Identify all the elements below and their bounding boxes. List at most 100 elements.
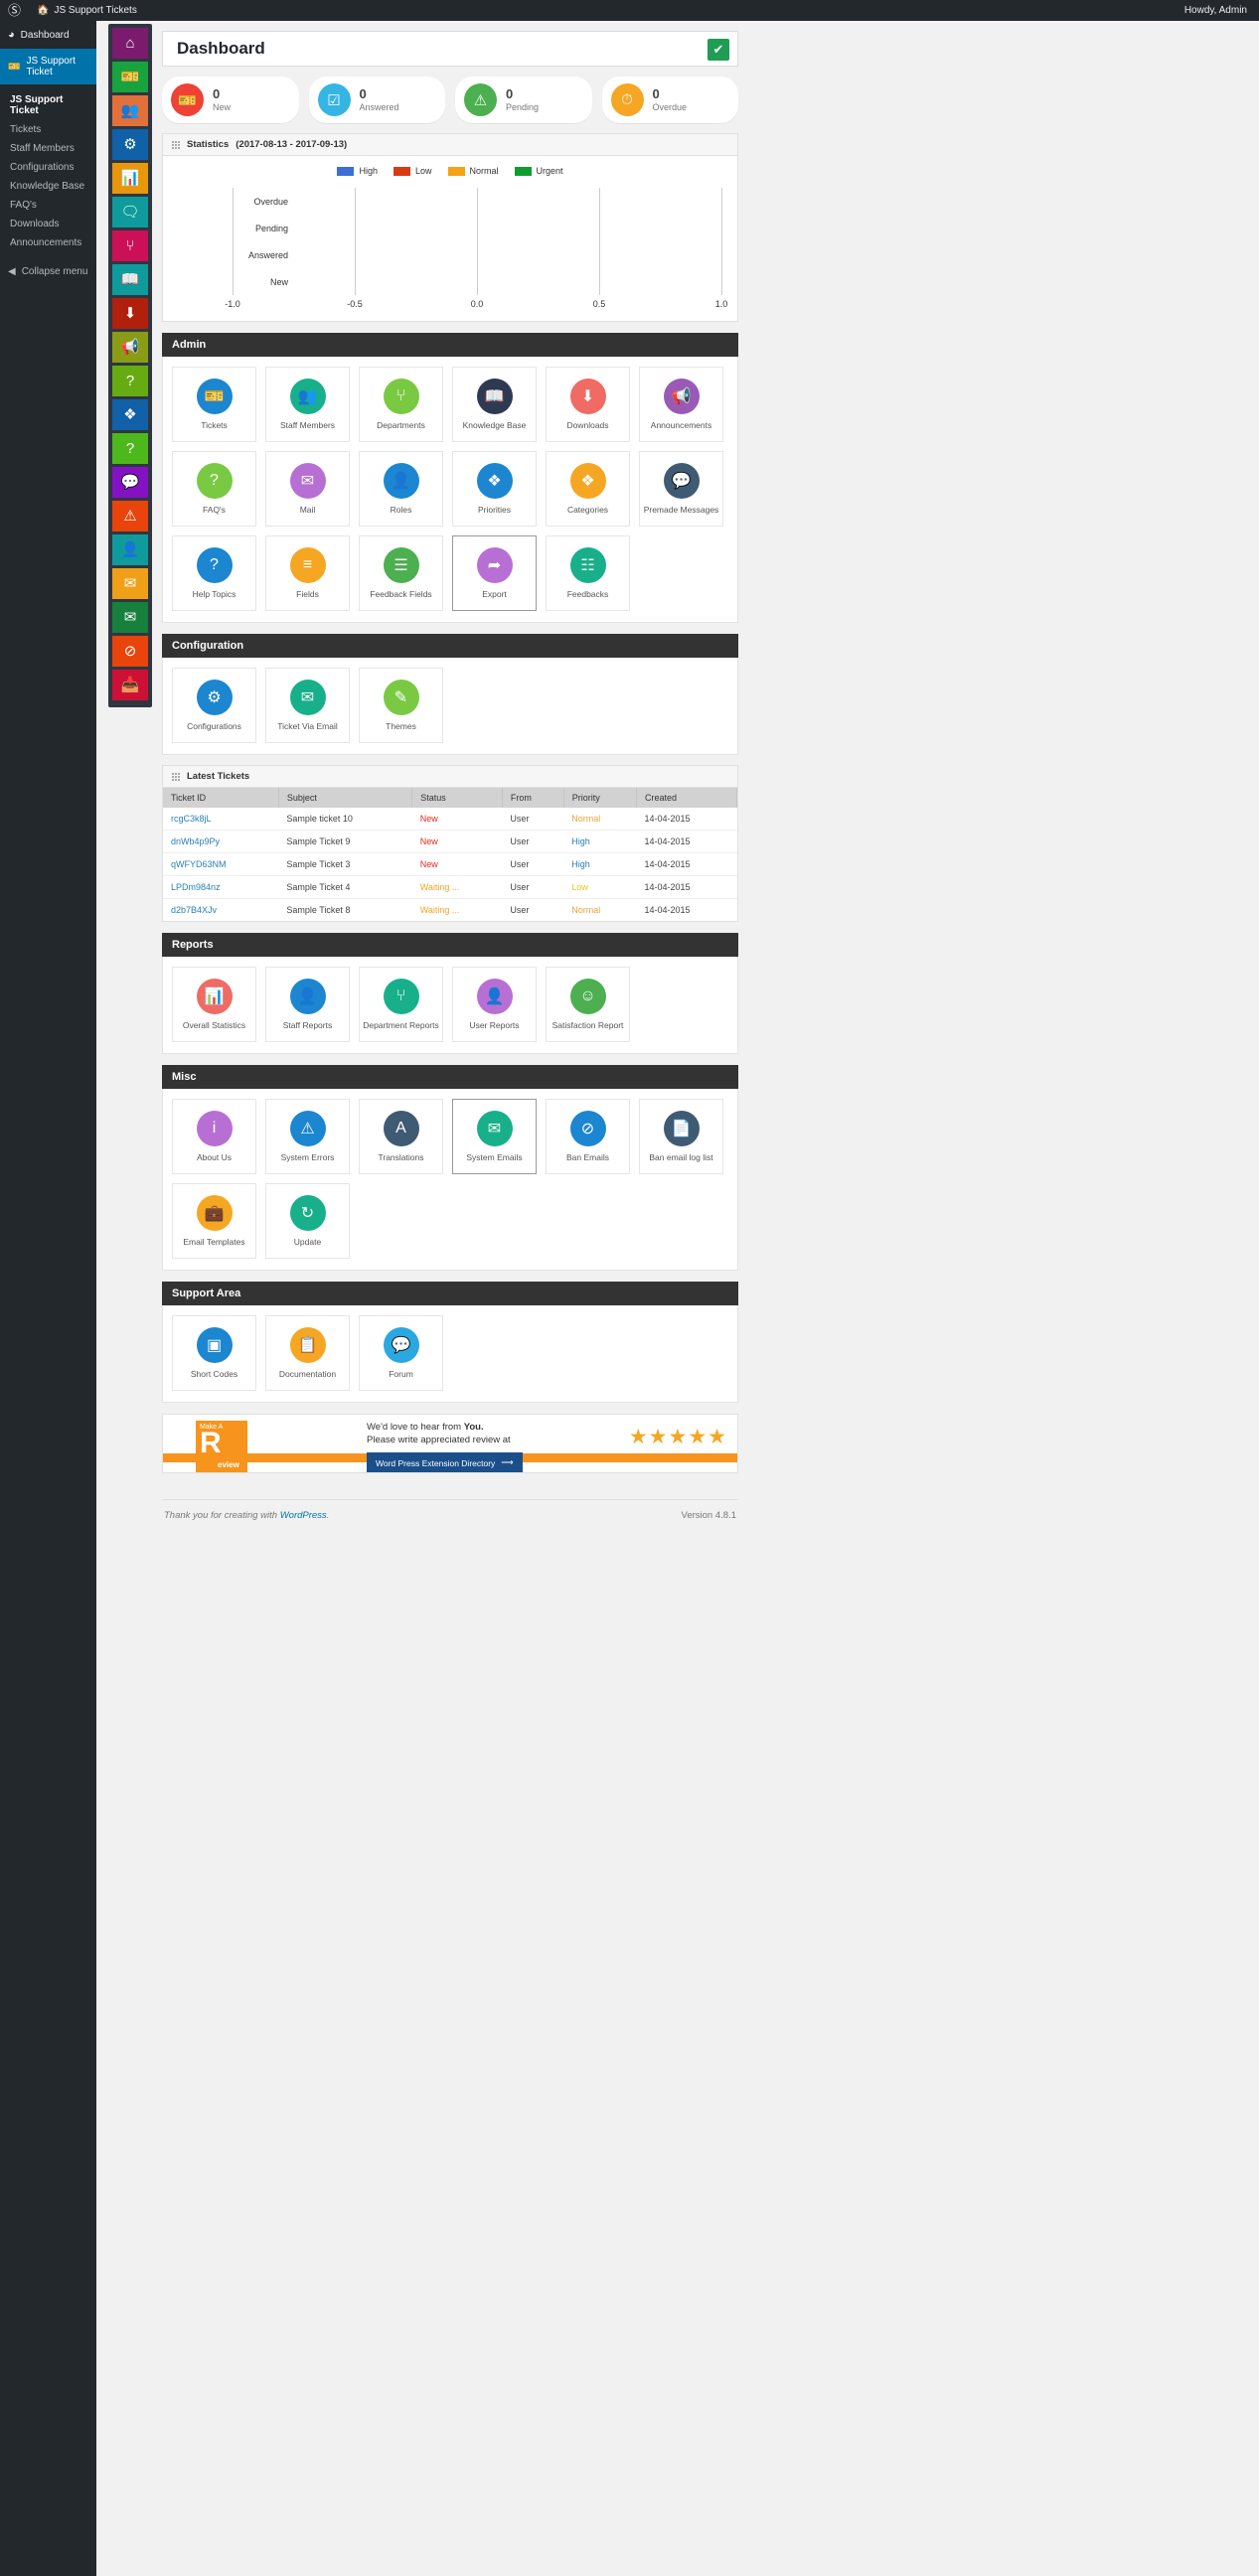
check-box-icon[interactable]: ✔ (708, 39, 729, 61)
tile-mail[interactable]: ✉ Mail (265, 451, 350, 527)
configurations-icon[interactable]: ⚙ (112, 129, 148, 160)
roles-icon[interactable]: 👤 (112, 534, 148, 565)
wordpress-link[interactable]: WordPress (280, 1510, 327, 1521)
tile-user-reports[interactable]: 👤 User Reports (452, 967, 537, 1042)
tile-help-topics[interactable]: ? Help Topics (172, 535, 256, 611)
mail-icon[interactable]: ✉ (112, 568, 148, 599)
announcements-icon[interactable]: 📢 (112, 332, 148, 363)
tile-translations[interactable]: A Translations (359, 1099, 443, 1174)
tile-downloads[interactable]: ⬇ Downloads (546, 367, 630, 442)
ticket-id-link[interactable]: d2b7B4XJv (171, 905, 217, 915)
tile-announcements[interactable]: 📢 Announcements (639, 367, 723, 442)
tile-feedbacks[interactable]: ☷ Feedbacks (546, 535, 630, 611)
tile-update[interactable]: ↻ Update (265, 1183, 350, 1259)
tile-configurations[interactable]: ⚙ Configurations (172, 668, 256, 743)
sidebar-submenu-item-configurations[interactable]: Configurations (0, 158, 96, 177)
tile-documentation[interactable]: 📋 Documentation (265, 1315, 350, 1391)
tile-ban-email-log-list[interactable]: 📄 Ban email log list (639, 1099, 723, 1174)
stat-card-new[interactable]: 🎫 0 New (162, 76, 299, 123)
table-row[interactable]: d2b7B4XJv Sample Ticket 8 Waiting ... User N… (163, 899, 737, 922)
faq-icon[interactable]: ? (112, 366, 148, 396)
site-name-menu[interactable]: 🏠 JS Support Tickets (29, 0, 145, 21)
content-area: ⌂ 🎫 👥 ⚙ 📊 🗨 ⑂ 📖 ⬇ 📢? ❖? 💬 ⚠ 👤 ✉ ✉ ⊘ 📥 Dashboard ✔ 🎫 0 New ☑ 0… (96, 21, 1259, 2576)
ticket-id-link[interactable]: rcgC3k8jL (171, 814, 212, 824)
wp-logo-menu[interactable]: Ⓢ (0, 0, 29, 21)
column-header-priority[interactable]: Priority (563, 788, 637, 808)
tile-premade-messages[interactable]: 💬 Premade Messages (639, 451, 723, 527)
table-row[interactable]: dnWb4p9Py Sample Ticket 9 New User High 14-04… (163, 830, 737, 853)
collapse-menu-button[interactable]: ◀ Collapse menu (0, 256, 96, 287)
tile-departments[interactable]: ⑂ Departments (359, 367, 443, 442)
tile-fields[interactable]: ≡ Fields (265, 535, 350, 611)
sidebar-submenu-item-staff-members[interactable]: Staff Members (0, 139, 96, 158)
tile-export[interactable]: ➦ Export (452, 535, 537, 611)
email-icon[interactable]: ✉ (112, 602, 148, 633)
home-icon[interactable]: ⌂ (112, 28, 148, 59)
staff-members-icon[interactable]: 👥 (112, 95, 148, 126)
tile-email-templates[interactable]: 💼 Email Templates (172, 1183, 256, 1259)
categories-icon: ❖ (569, 462, 606, 499)
column-header-status[interactable]: Status (411, 788, 503, 808)
tile-satisfaction-report[interactable]: ☺ Satisfaction Report (546, 967, 630, 1042)
knowledge-base-icon[interactable]: 📖 (112, 264, 148, 295)
tile-about-us[interactable]: i About Us (172, 1099, 256, 1174)
review-banner[interactable]: Make A R eview We'd love to hear from Yo… (162, 1414, 738, 1473)
tile-overall-statistics[interactable]: 📊 Overall Statistics (172, 967, 256, 1042)
tile-roles[interactable]: 👤 Roles (359, 451, 443, 527)
ticket-id-link[interactable]: qWFYD63NM (171, 859, 227, 869)
tile-department-reports[interactable]: ⑂ Department Reports (359, 967, 443, 1042)
ban-emails-icon[interactable]: ⊘ (112, 636, 148, 667)
tile-ban-emails[interactable]: ⊘ Ban Emails (546, 1099, 630, 1174)
table-row[interactable]: rcgC3k8jL Sample ticket 10 New User Normal 14… (163, 808, 737, 831)
column-header-subject[interactable]: Subject (278, 788, 413, 808)
sidebar-submenu-item-downloads[interactable]: Downloads (0, 215, 96, 233)
tile-label: Ticket Via Email (277, 720, 338, 731)
sidebar-item-js-support-ticket[interactable]: 🎫 JS Support Ticket (0, 49, 96, 84)
reports-icon[interactable]: 📊 (112, 163, 148, 194)
tile-categories[interactable]: ❖ Categories (546, 451, 630, 527)
sidebar-submenu-item-tickets[interactable]: Tickets (0, 120, 96, 139)
feedback-icon[interactable]: 🗨 (112, 197, 148, 227)
ticket-id-link[interactable]: LPDm984nz (171, 882, 221, 892)
sidebar-submenu-item-js-support-ticket[interactable]: JS Support Ticket (0, 90, 96, 120)
tile-system-emails[interactable]: ✉ System Emails (452, 1099, 537, 1174)
ticket-icon[interactable]: 🎫 (112, 62, 148, 92)
tile-tickets[interactable]: 🎫 Tickets (172, 367, 256, 442)
table-row[interactable]: qWFYD63NM Sample Ticket 3 New User High 14-04… (163, 852, 737, 876)
tile-staff-members[interactable]: 👥 Staff Members (265, 367, 350, 442)
table-row[interactable]: LPDm984nz Sample Ticket 4 Waiting ... User L… (163, 875, 737, 899)
tile-ticket-via-email[interactable]: ✉ Ticket Via Email (265, 668, 350, 743)
tile-priorities[interactable]: ❖ Priorities (452, 451, 537, 527)
ban-email-log-icon[interactable]: 📥 (112, 670, 148, 700)
tile-feedback-fields[interactable]: ☰ Feedback Fields (359, 535, 443, 611)
system-errors-icon[interactable]: ⚠ (112, 501, 148, 531)
tile-knowledge-base[interactable]: 📖 Knowledge Base (452, 367, 537, 442)
downloads-icon[interactable]: ⬇ (112, 298, 148, 329)
sidebar-submenu-item-faq-s[interactable]: FAQ's (0, 196, 96, 215)
howdy-menu[interactable]: Howdy, Admin (1177, 0, 1259, 21)
tile-system-errors[interactable]: ⚠ System Errors (265, 1099, 350, 1174)
premade-messages-icon[interactable]: 💬 (112, 467, 148, 498)
column-header-from[interactable]: From (502, 788, 564, 808)
column-header-created[interactable]: Created (636, 788, 738, 808)
tile-short-codes[interactable]: ▣ Short Codes (172, 1315, 256, 1391)
wordpress-extension-directory-button[interactable]: Word Press Extension Directory ⟶ (367, 1452, 523, 1472)
column-header-ticket-id[interactable]: Ticket ID (163, 788, 279, 808)
sidebar-submenu-item-knowledge-base[interactable]: Knowledge Base (0, 177, 96, 196)
help-topics-icon[interactable]: ? (112, 433, 148, 464)
tile-forum[interactable]: 💬 Forum (359, 1315, 443, 1391)
stat-card-answered[interactable]: ☑ 0 Answered (308, 76, 445, 123)
stat-card-pending[interactable]: ⚠ 0 Pending (455, 76, 592, 123)
sidebar-submenu-item-announcements[interactable]: Announcements (0, 233, 96, 252)
drag-handle-icon[interactable] (172, 140, 180, 149)
tile-themes[interactable]: ✎ Themes (359, 668, 443, 743)
sidebar-item-dashboard[interactable]: ◕ Dashboard (0, 21, 96, 49)
stat-card-overdue[interactable]: ⏱ 0 Overdue (601, 76, 738, 123)
departments-icon[interactable]: ⑂ (112, 230, 148, 261)
priorities-icon[interactable]: ❖ (112, 399, 148, 430)
ticket-id-link[interactable]: dnWb4p9Py (171, 836, 220, 846)
tile-faq-s[interactable]: ? FAQ's (172, 451, 256, 527)
drag-handle-icon[interactable] (172, 772, 180, 781)
tile-staff-reports[interactable]: 👤 Staff Reports (265, 967, 350, 1042)
x-tick-label: 0.5 (592, 299, 606, 309)
